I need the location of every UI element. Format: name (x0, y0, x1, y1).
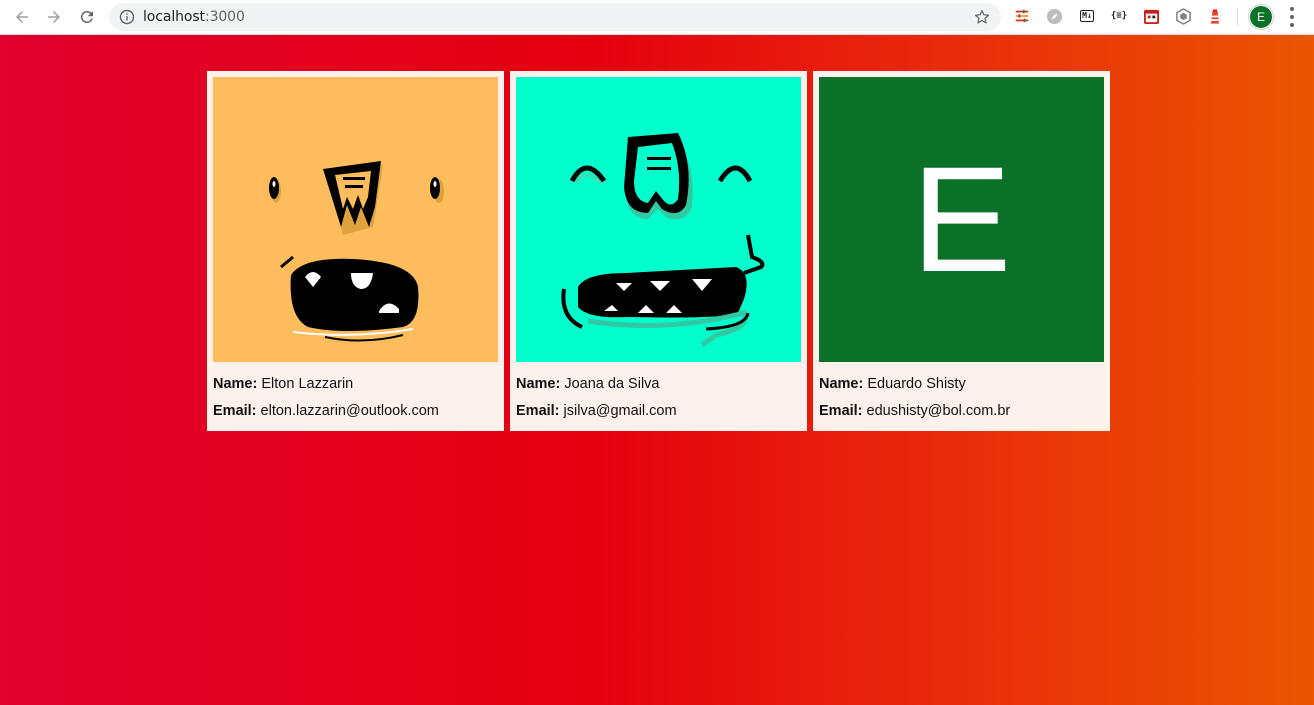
json-icon[interactable]: {≡} (1109, 7, 1129, 25)
arrow-right-icon (48, 11, 60, 23)
user-name: Joana da Silva (564, 376, 660, 392)
page-background: Name: Elton Lazzarin Email: elton.lazzar… (0, 35, 1314, 705)
info-icon[interactable] (119, 9, 135, 25)
user-avatar: E (819, 77, 1104, 362)
bookmark-star-icon[interactable] (973, 8, 991, 26)
user-name-row: Name: Eduardo Shisty (819, 375, 1104, 402)
user-email: edushisty@bol.com.br (866, 403, 1011, 419)
reload-button[interactable] (75, 5, 99, 29)
browser-toolbar: localhost:3000 M↓ {≡} E (0, 0, 1314, 35)
markdown-icon[interactable]: M↓ (1077, 7, 1097, 25)
user-card: Name: Joana da Silva Email: jsilva@gmail… (510, 71, 807, 431)
monster-avatar-image (269, 161, 444, 342)
name-label: Name: (516, 376, 561, 392)
profile-avatar-button[interactable]: E (1249, 5, 1273, 29)
arrow-left-icon (16, 11, 28, 23)
user-email: elton.lazzarin@outlook.com (260, 403, 439, 419)
url-text: localhost:3000 (143, 9, 245, 25)
avatar-initial: E (911, 135, 1012, 303)
name-label: Name: (819, 376, 864, 392)
user-name-row: Name: Joana da Silva (516, 375, 801, 402)
email-label: Email: (819, 403, 863, 419)
name-label: Name: (213, 376, 258, 392)
monster-avatar-image (561, 133, 765, 348)
reload-icon (80, 10, 93, 23)
user-email-row: Email: edushisty@bol.com.br (819, 402, 1104, 429)
calendar-icon[interactable] (1142, 7, 1160, 25)
sliders-icon[interactable] (1013, 7, 1031, 25)
address-bar[interactable]: localhost:3000 (109, 3, 1001, 31)
lighthouse-icon[interactable] (1206, 7, 1224, 25)
user-email-row: Email: jsilva@gmail.com (516, 402, 801, 429)
toolbar-divider (1237, 8, 1238, 26)
user-card: E Name: Eduardo Shisty Email: edushisty@… (813, 71, 1110, 431)
user-card-list: Name: Elton Lazzarin Email: elton.lazzar… (207, 71, 1110, 431)
user-name: Eduardo Shisty (867, 376, 966, 392)
user-name-row: Name: Elton Lazzarin (213, 375, 498, 402)
user-avatar (516, 77, 801, 362)
back-button[interactable] (10, 5, 34, 29)
user-email-row: Email: elton.lazzarin@outlook.com (213, 402, 498, 429)
user-info: Name: Elton Lazzarin Email: elton.lazzar… (213, 362, 498, 429)
user-info: Name: Joana da Silva Email: jsilva@gmail… (516, 362, 801, 429)
email-label: Email: (213, 403, 257, 419)
email-label: Email: (516, 403, 560, 419)
user-avatar (213, 77, 498, 362)
more-menu-icon[interactable] (1284, 7, 1300, 27)
user-card: Name: Elton Lazzarin Email: elton.lazzar… (207, 71, 504, 431)
user-name: Elton Lazzarin (261, 376, 354, 392)
user-info: Name: Eduardo Shisty Email: edushisty@bo… (819, 362, 1104, 429)
compass-icon[interactable] (1045, 7, 1063, 25)
forward-button[interactable] (42, 5, 66, 29)
user-email: jsilva@gmail.com (563, 403, 677, 419)
hexagon-icon[interactable] (1174, 7, 1192, 25)
